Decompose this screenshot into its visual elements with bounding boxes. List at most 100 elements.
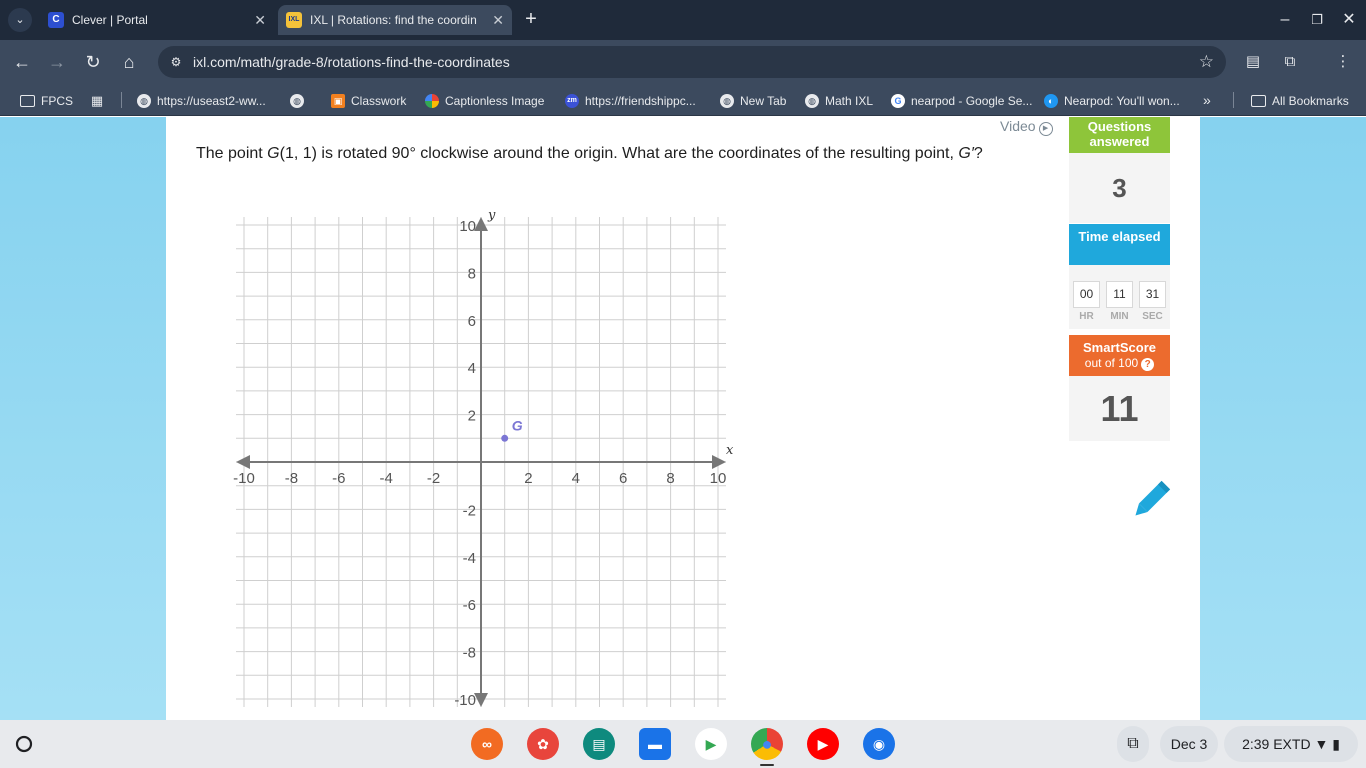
bookmark-apps[interactable]: ▦ [90, 84, 110, 116]
home-icon[interactable]: ⌂ [116, 49, 142, 75]
timer-seconds: 31 [1139, 281, 1166, 308]
folder-icon [1251, 94, 1266, 107]
zoom-icon: zm [565, 93, 579, 108]
extensions-puzzle-icon[interactable]: ⧉ [1278, 50, 1302, 74]
bookmark-friendship[interactable]: zm https://friendshippc... [565, 84, 696, 116]
active-app-indicator [760, 764, 774, 766]
classroom-icon[interactable]: ▤ [583, 728, 615, 760]
timer: 00 11 31 HR MIN SEC [1069, 265, 1170, 329]
nearpod-icon: ◐ [1044, 93, 1058, 108]
bookmark-nearpod[interactable]: ◐ Nearpod: You'll won... [1044, 84, 1180, 116]
y-axis-arrow-up [474, 217, 488, 231]
y-tick-label: -8 [463, 645, 476, 662]
x-axis-label: x [726, 443, 734, 458]
bookmark-math-ixl[interactable]: ◍ Math IXL [805, 84, 873, 116]
os-shelf: ∞ ✿ ▤ ▬ ▶ ● ▶ ◉ ⧉ Dec 3 2:39 EXTD ▼ ▮ [0, 720, 1366, 768]
bookmark-nearpod-google[interactable]: Gnearpod - Google Se... [891, 84, 1032, 116]
x-axis-arrow-right [712, 455, 726, 469]
point-g-label: G [512, 417, 523, 433]
globe-icon: ◍ [137, 93, 151, 108]
smartscore-header: SmartScore out of 100? [1069, 335, 1170, 376]
all-bookmarks[interactable]: All Bookmarks [1251, 84, 1349, 116]
chrome-center-icon: ● [761, 734, 773, 754]
close-tab-icon[interactable]: ✕ [492, 5, 504, 35]
apps-grid-icon: ▦ [90, 92, 104, 108]
camera-icon[interactable]: ◉ [863, 728, 895, 760]
tab-strip: ⌄ C Clever | Portal ✕ IXL IXL | Rotation… [0, 0, 1366, 40]
battery-icon: ▮ [1332, 736, 1340, 752]
help-icon[interactable]: ? [1141, 358, 1155, 371]
x-tick-label: 8 [666, 470, 674, 487]
bookmark-globe[interactable]: ◍ [290, 84, 310, 116]
x-tick-label: -10 [233, 470, 255, 487]
time-elapsed-header: Time elapsed [1069, 224, 1170, 265]
wifi-icon: ▼ [1314, 736, 1329, 752]
date-display[interactable]: Dec 3 [1160, 726, 1218, 762]
extension-icon[interactable]: ▤ [1241, 50, 1265, 74]
play-store-icon[interactable]: ▶ [695, 728, 727, 760]
y-tick-label: 2 [468, 408, 476, 425]
tab-ixl[interactable]: IXL IXL | Rotations: find the coordin ✕ [278, 5, 512, 35]
timer-minutes: 11 [1106, 281, 1133, 308]
tab-search-button[interactable]: ⌄ [8, 8, 32, 32]
y-tick-label: -2 [463, 502, 476, 519]
bookmark-star-icon[interactable]: ☆ [1199, 46, 1214, 78]
files-icon[interactable]: ▬ [639, 728, 671, 760]
google-icon: G [891, 93, 905, 108]
x-tick-label: 10 [710, 470, 727, 487]
back-arrow-icon[interactable]: ← [9, 49, 35, 75]
point-g [501, 434, 509, 442]
menu-kebab-icon[interactable]: ⋮ [1331, 50, 1355, 74]
restore-icon[interactable]: ❐ [1302, 8, 1332, 32]
timer-seconds-label: SEC [1142, 311, 1163, 322]
canvas-icon[interactable]: ✿ [527, 728, 559, 760]
bookmark-captionless-image[interactable]: Captionless Image [425, 84, 544, 116]
bookmark-new-tab[interactable]: ◍ New Tab [720, 84, 786, 116]
app-orange-icon[interactable]: ∞ [471, 728, 503, 760]
smartscore-value: 11 [1069, 376, 1170, 441]
new-tab-plus-icon[interactable]: + [518, 6, 544, 32]
tab-title: IXL | Rotations: find the coordin [310, 13, 477, 27]
smartscore-title: SmartScore [1083, 340, 1156, 355]
timer-minutes-label: MIN [1110, 311, 1129, 322]
youtube-icon[interactable]: ▶ [807, 728, 839, 760]
y-tick-label: -6 [463, 597, 476, 614]
close-tab-icon[interactable]: ✕ [254, 5, 266, 35]
close-window-icon[interactable]: ✕ [1334, 8, 1364, 32]
bookmark-useast[interactable]: ◍ https://useast2-ww... [137, 84, 266, 116]
questions-answered-value: 3 [1069, 153, 1170, 223]
holding-space-icon[interactable]: ⧉ [1117, 726, 1149, 762]
bookmark-fpcs[interactable]: FPCS [20, 84, 73, 116]
questions-answered-header: Questions answered [1069, 117, 1170, 153]
more-bookmarks-icon[interactable]: » [1203, 84, 1211, 116]
y-tick-label: -4 [463, 550, 476, 567]
x-tick-label: -2 [427, 470, 440, 487]
timer-hours-label: HR [1079, 311, 1094, 322]
launcher-icon[interactable] [10, 730, 38, 758]
url-text[interactable]: ixl.com/math/grade-8/rotations-find-the-… [193, 46, 510, 78]
site-info-icon[interactable]: ⚙ [166, 52, 186, 72]
bookmark-classwork[interactable]: ▣ Classwork [331, 84, 406, 116]
globe-icon: ◍ [720, 93, 734, 108]
question-text: The point G(1, 1) is rotated 90° clockwi… [196, 145, 983, 162]
video-link[interactable]: Video ▶ [1000, 118, 1053, 136]
tab-title: Clever | Portal [72, 13, 148, 27]
y-tick-label: 6 [468, 313, 476, 330]
status-tray[interactable]: 2:39 EXTD ▼ ▮ [1224, 726, 1358, 762]
smartscore-subtitle: out of 100? [1069, 356, 1170, 371]
tab-clever[interactable]: C Clever | Portal ✕ [40, 5, 274, 35]
x-tick-label: -6 [332, 470, 345, 487]
bookmark-separator [1233, 92, 1234, 108]
ixl-favicon-icon: IXL [286, 12, 302, 28]
play-icon: ▶ [1038, 122, 1053, 136]
forward-arrow-icon[interactable]: → [44, 49, 70, 75]
address-bar[interactable]: ⚙ ixl.com/math/grade-8/rotations-find-th… [158, 46, 1226, 78]
clock: 2:39 [1242, 736, 1270, 752]
minimize-icon[interactable]: – [1270, 8, 1300, 32]
folder-icon [20, 94, 35, 107]
chrome-icon[interactable]: ● [751, 728, 783, 760]
pencil-icon[interactable] [1128, 477, 1174, 523]
bookmarks-bar: FPCS ▦ ◍ https://useast2-ww... ◍ ▣ Classwo… [0, 84, 1366, 116]
x-tick-label: -8 [285, 470, 298, 487]
reload-icon[interactable]: ↻ [80, 49, 106, 75]
